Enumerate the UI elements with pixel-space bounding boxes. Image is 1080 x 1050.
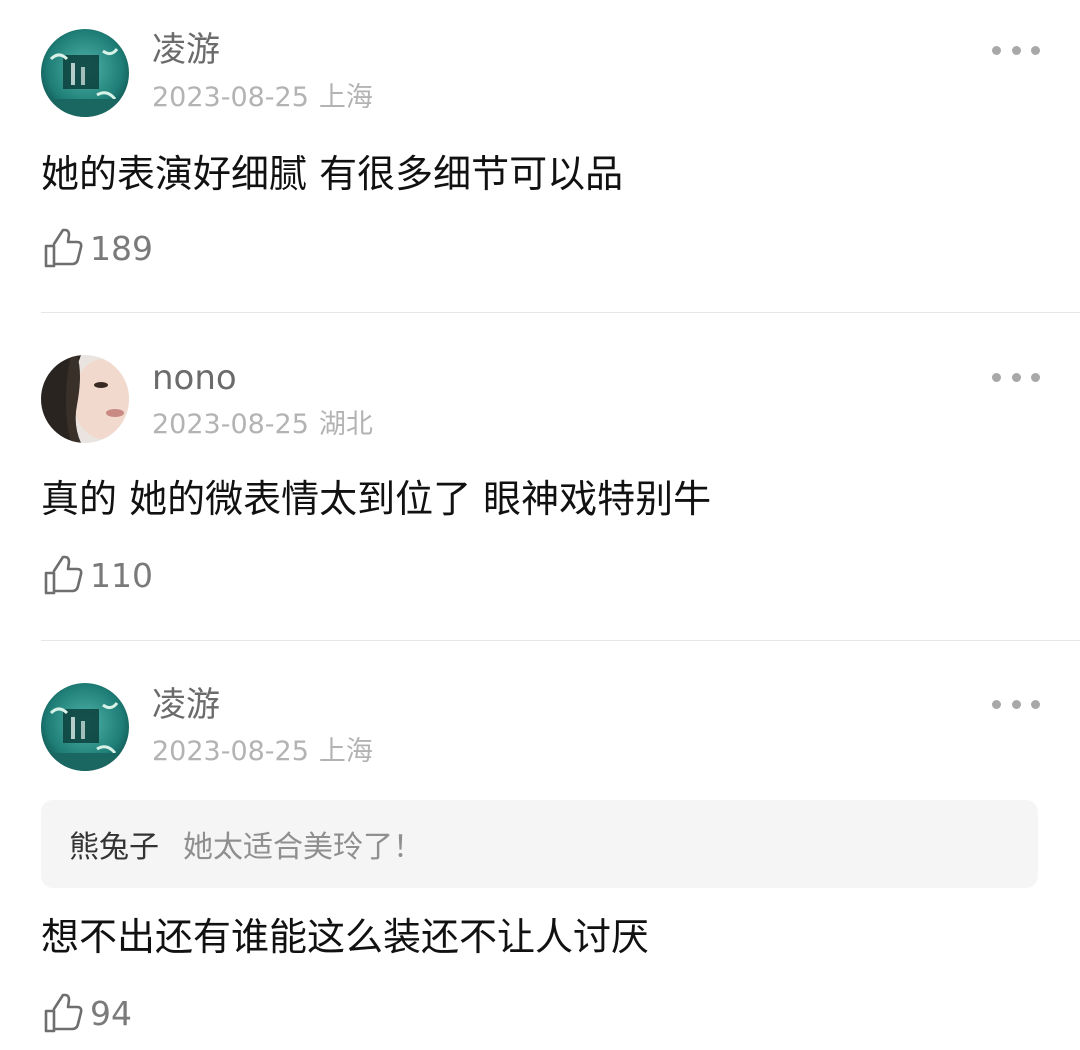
- more-button[interactable]: [992, 692, 1040, 716]
- username[interactable]: 凌游: [152, 685, 220, 725]
- more-dots-icon: [992, 699, 1001, 709]
- aquarium-avatar-icon: [41, 683, 129, 771]
- more-dots-icon: [1031, 699, 1040, 709]
- comment-text: 想不出还有谁能这么装还不让人讨厌: [41, 915, 650, 959]
- comment-meta: 2023-08-25 上海: [152, 735, 373, 769]
- comment-location: 上海: [318, 736, 373, 767]
- comment-item: 凌游 2023-08-25 上海 熊兔子 她太适合美玲了！ 想不出还有谁能这么装还…: [0, 0, 1080, 1050]
- quote-author[interactable]: 熊兔子: [69, 822, 159, 866]
- quoted-reply[interactable]: 熊兔子 她太适合美玲了！: [41, 800, 1038, 888]
- more-dots-icon: [1011, 699, 1021, 709]
- avatar[interactable]: [41, 683, 129, 771]
- like-button[interactable]: 94: [42, 992, 132, 1036]
- like-count: 94: [90, 994, 132, 1033]
- quote-text: 她太适合美玲了！: [183, 830, 423, 865]
- thumbs-up-icon: [44, 993, 83, 1033]
- comment-date: 2023-08-25: [152, 736, 309, 767]
